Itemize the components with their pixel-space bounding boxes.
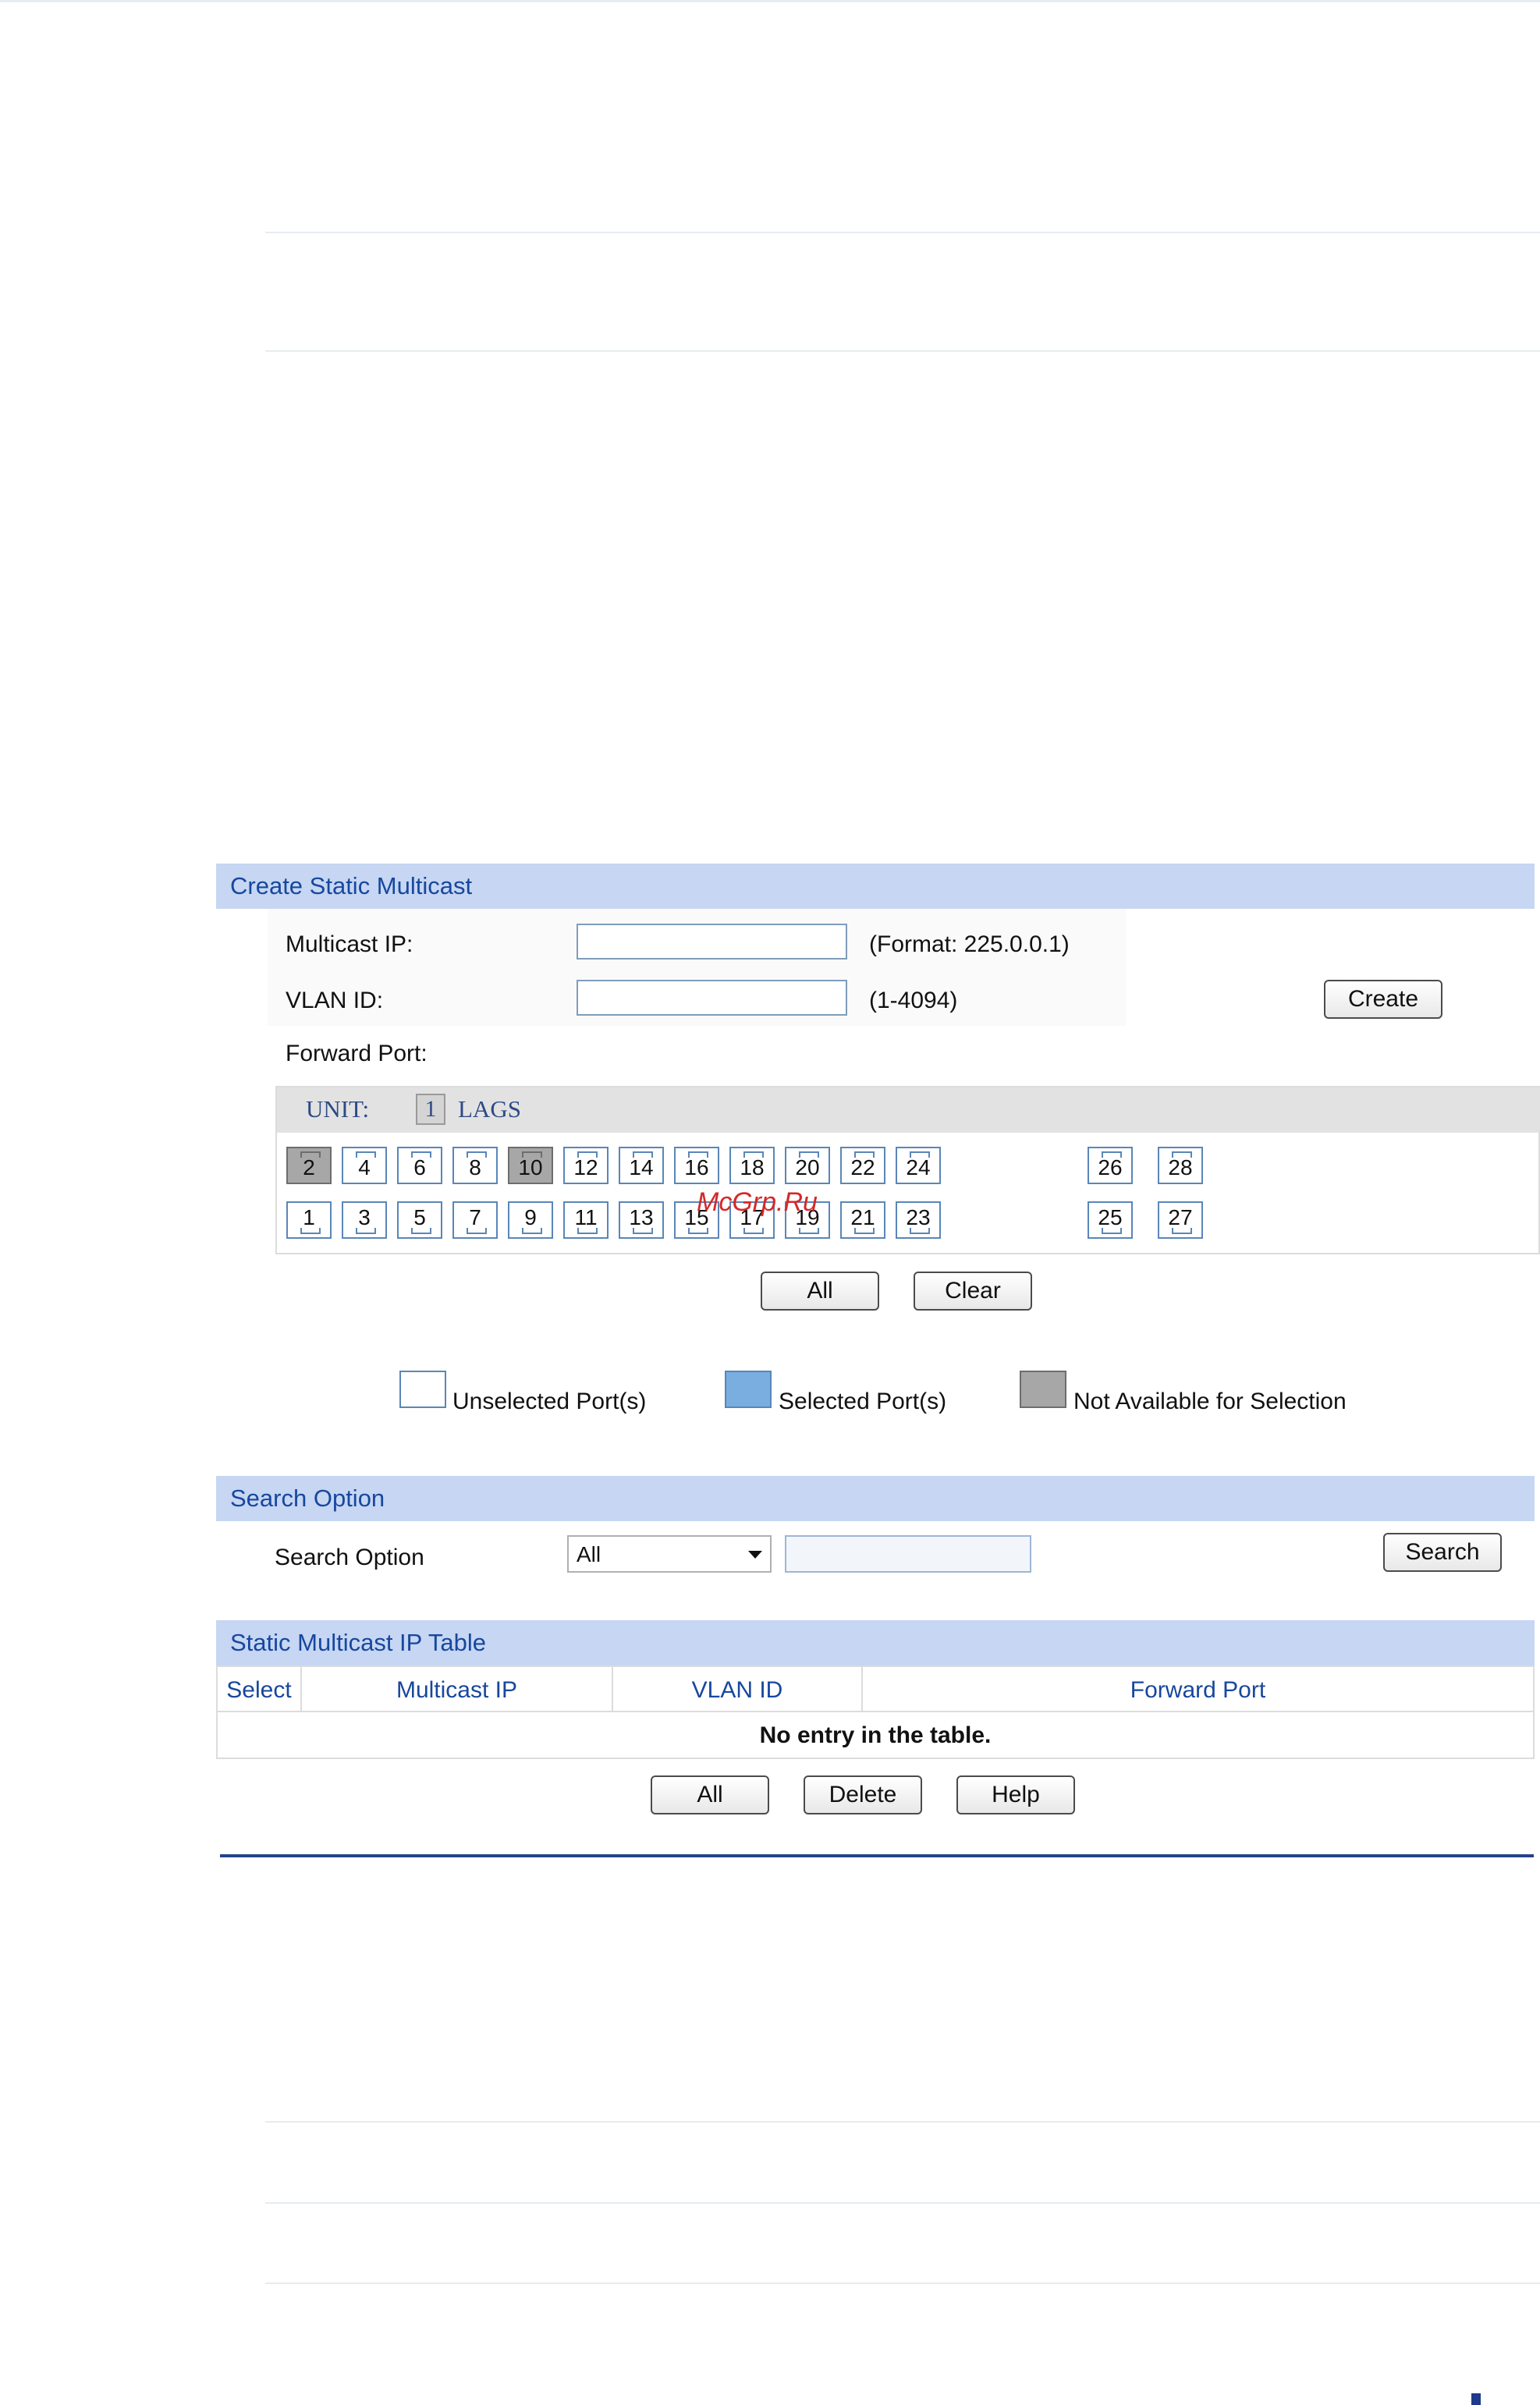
port-16[interactable]: 16	[674, 1147, 719, 1184]
search-option-select-value: All	[577, 1542, 601, 1566]
create-static-multicast-header: Create Static Multicast	[216, 864, 1535, 909]
unit-1-tab[interactable]: 1	[416, 1094, 445, 1125]
table-empty-message: No entry in the table.	[759, 1722, 992, 1748]
port-10: 10	[508, 1147, 553, 1184]
divider-3	[265, 2121, 1540, 2123]
divider-4	[265, 2202, 1540, 2204]
column-forward-port: Forward Port	[1130, 1677, 1266, 1703]
lags-tab[interactable]: LAGS	[458, 1095, 521, 1123]
vlan-id-input[interactable]	[577, 980, 847, 1016]
port-28[interactable]: 28	[1158, 1147, 1203, 1184]
port-9[interactable]: 9	[508, 1201, 553, 1239]
port-4[interactable]: 4	[342, 1147, 387, 1184]
port-3[interactable]: 3	[342, 1201, 387, 1239]
column-vlan-id: VLAN ID	[691, 1677, 783, 1703]
selected-port-icon	[725, 1371, 772, 1408]
port-7[interactable]: 7	[452, 1201, 498, 1239]
search-input[interactable]	[785, 1535, 1031, 1573]
port-26[interactable]: 26	[1088, 1147, 1133, 1184]
search-option-header: Search Option	[216, 1476, 1535, 1521]
port-2: 2	[286, 1147, 332, 1184]
port-1[interactable]: 1	[286, 1201, 332, 1239]
select-all-entries-button[interactable]: All	[651, 1775, 769, 1814]
vlan-id-hint: (1-4094)	[869, 988, 958, 1013]
watermark: McGrp.Ru	[697, 1187, 818, 1217]
column-multicast-ip: Multicast IP	[396, 1677, 518, 1703]
port-23[interactable]: 23	[896, 1201, 941, 1239]
search-button[interactable]: Search	[1383, 1533, 1502, 1572]
divider-1	[265, 232, 1540, 233]
port-11[interactable]: 11	[563, 1201, 609, 1239]
create-button[interactable]: Create	[1324, 980, 1442, 1019]
figure-bottom-rule	[220, 1854, 1534, 1857]
static-multicast-table-header: Static Multicast IP Table	[216, 1620, 1535, 1665]
port-8[interactable]: 8	[452, 1147, 498, 1184]
column-select: Select	[226, 1677, 292, 1703]
port-21[interactable]: 21	[840, 1201, 885, 1239]
divider-2	[265, 350, 1540, 352]
page-corner-mark	[1471, 2393, 1481, 2405]
multicast-ip-hint: (Format: 225.0.0.1)	[869, 931, 1070, 957]
delete-button[interactable]: Delete	[804, 1775, 922, 1814]
multicast-ip-input[interactable]	[577, 924, 847, 960]
legend-selected-label: Selected Port(s)	[779, 1389, 947, 1414]
search-option-select[interactable]: All	[567, 1535, 772, 1573]
forward-port-label: Forward Port:	[286, 1041, 428, 1066]
legend-unselected-label: Unselected Port(s)	[452, 1389, 647, 1414]
port-14[interactable]: 14	[619, 1147, 664, 1184]
port-5[interactable]: 5	[397, 1201, 442, 1239]
help-button[interactable]: Help	[956, 1775, 1075, 1814]
chevron-down-icon	[748, 1551, 762, 1559]
port-18[interactable]: 18	[729, 1147, 775, 1184]
port-24[interactable]: 24	[896, 1147, 941, 1184]
unit-label: UNIT:	[306, 1095, 370, 1123]
legend-not-available-label: Not Available for Selection	[1073, 1389, 1347, 1414]
not-available-port-icon	[1020, 1371, 1066, 1408]
port-22[interactable]: 22	[840, 1147, 885, 1184]
port-6[interactable]: 6	[397, 1147, 442, 1184]
vlan-id-label: VLAN ID:	[286, 988, 384, 1013]
port-13[interactable]: 13	[619, 1201, 664, 1239]
select-all-ports-button[interactable]: All	[761, 1272, 879, 1311]
divider-5	[265, 2283, 1540, 2284]
port-20[interactable]: 20	[785, 1147, 830, 1184]
port-25[interactable]: 25	[1088, 1201, 1133, 1239]
port-27[interactable]: 27	[1158, 1201, 1203, 1239]
top-rule	[0, 0, 1540, 2]
clear-ports-button[interactable]: Clear	[914, 1272, 1032, 1311]
search-option-label: Search Option	[275, 1545, 424, 1570]
port-12[interactable]: 12	[563, 1147, 609, 1184]
unselected-port-icon	[399, 1371, 446, 1408]
multicast-ip-label: Multicast IP:	[286, 931, 413, 957]
